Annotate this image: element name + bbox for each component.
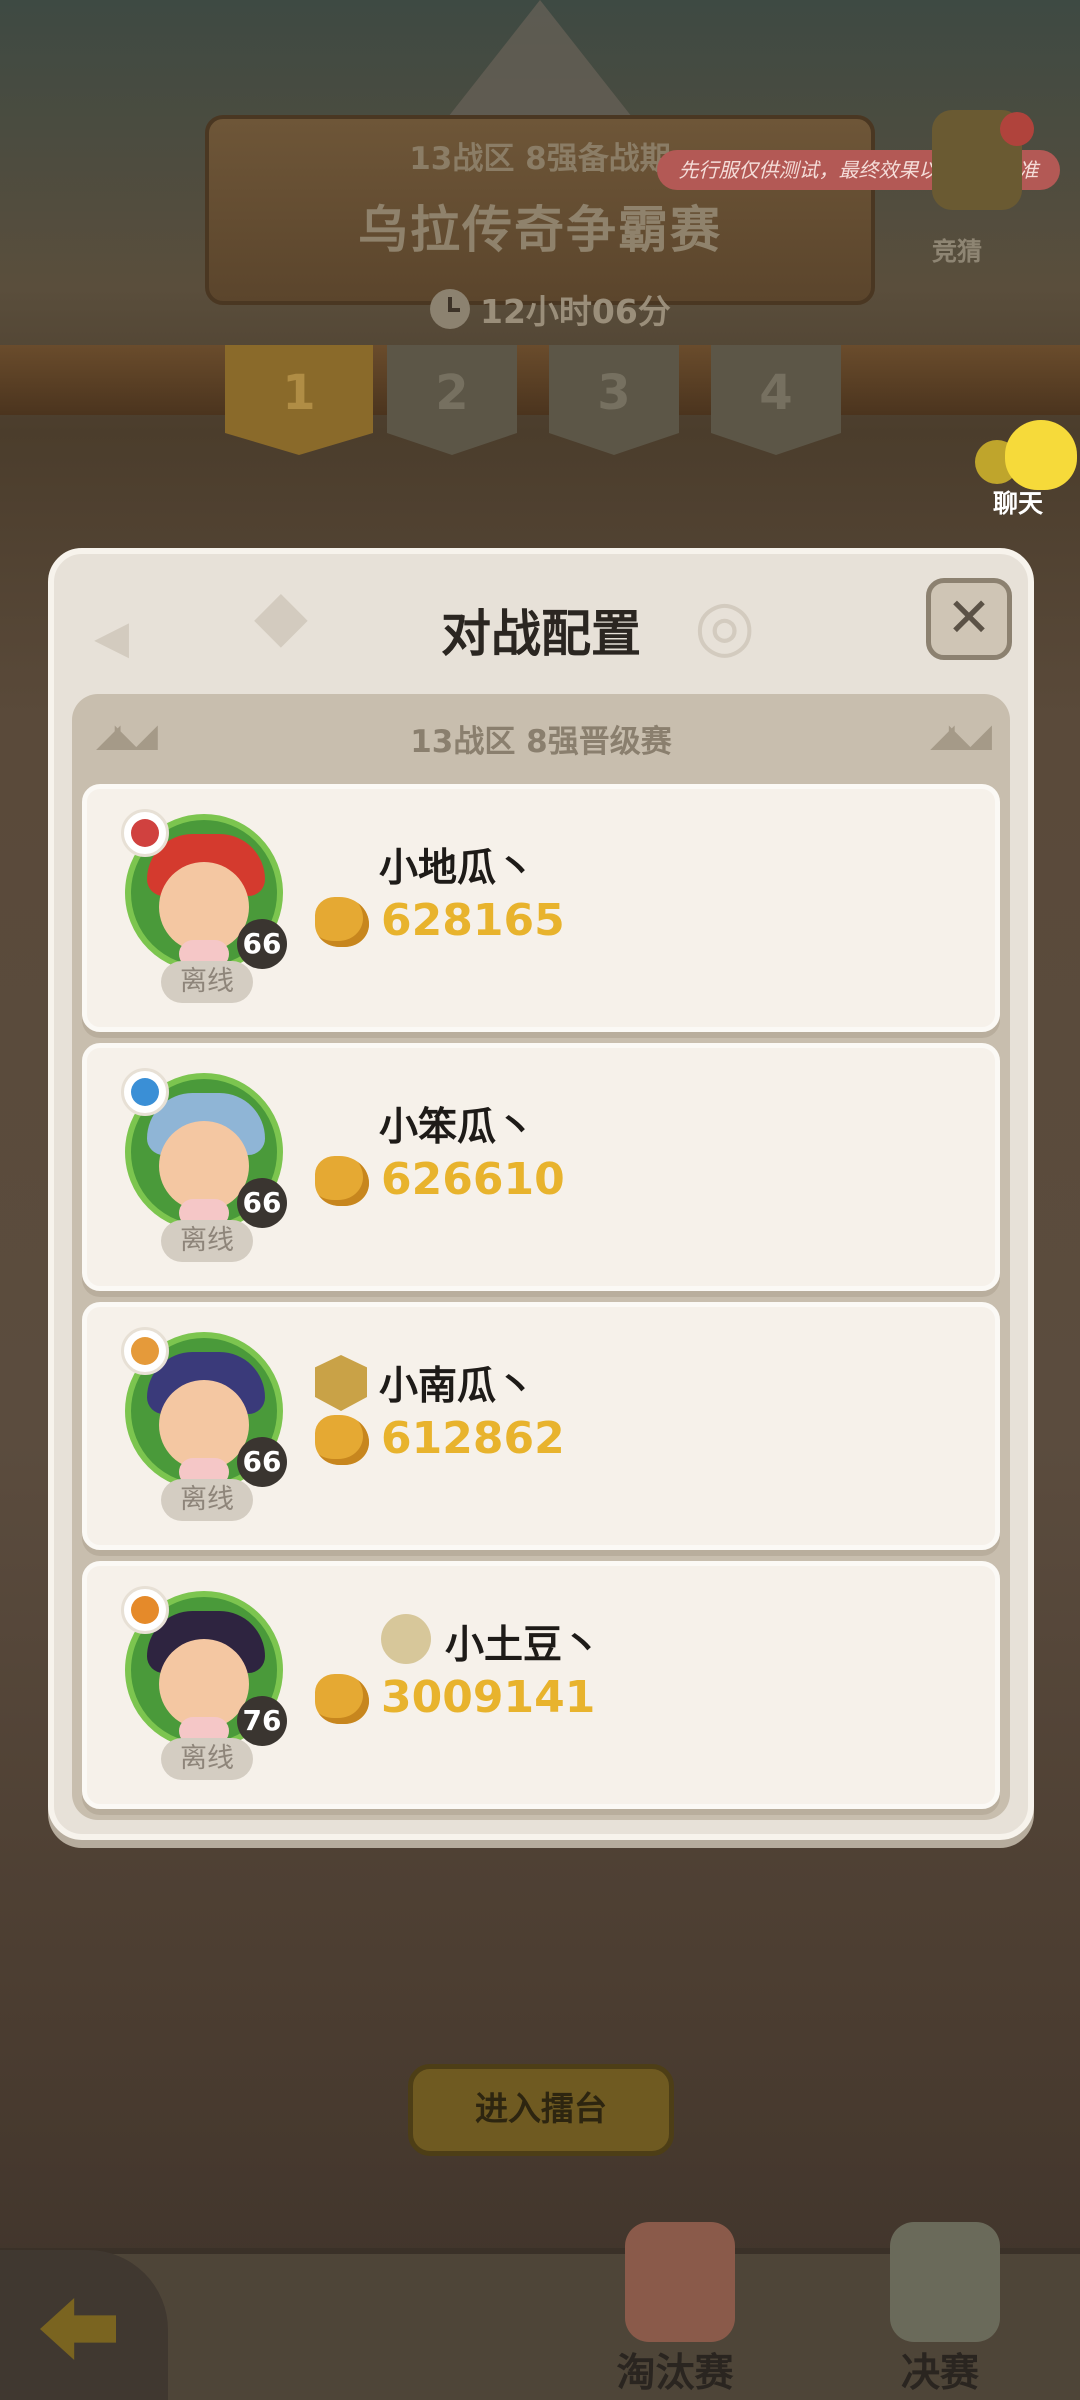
- countdown-timer: 12小时06分: [430, 285, 671, 333]
- player-card[interactable]: 66 离线 小南瓜丶 612862: [82, 1302, 1000, 1550]
- class-badge-icon: [121, 1327, 169, 1375]
- round-tabs: 1 2 3 4: [225, 345, 873, 455]
- level-badge: 66: [237, 1437, 287, 1487]
- combat-power: 3009141: [381, 1672, 596, 1723]
- combat-power: 612862: [381, 1413, 565, 1464]
- guess-button[interactable]: 竞猜: [912, 110, 1034, 266]
- round-tab-4[interactable]: 4: [711, 345, 841, 455]
- combat-power: 626610: [381, 1154, 565, 1205]
- chat-label: 聊天: [993, 489, 1044, 518]
- muscle-power-icon: [315, 897, 369, 947]
- knockout-button[interactable]: 淘汰赛: [575, 2222, 775, 2400]
- status-badge: 离线: [161, 1220, 253, 1262]
- final-button[interactable]: 决赛: [840, 2222, 1040, 2400]
- avatar-face: [159, 1380, 249, 1470]
- notification-dot: [1000, 112, 1034, 146]
- player-name: 小土豆丶: [445, 1623, 602, 1668]
- player-card[interactable]: 66 离线 小地瓜丶 628165: [82, 784, 1000, 1032]
- player-list-frame: ◢◣◢ ◢◣◢ 13战区 8强晋级赛 66 离线 小地瓜丶 628165 66 …: [72, 694, 1010, 1820]
- level-badge: 66: [237, 919, 287, 969]
- timer-text: 12小时06分: [480, 292, 671, 331]
- round-tab-2[interactable]: 2: [387, 345, 517, 455]
- player-name: 小地瓜丶: [379, 846, 536, 891]
- status-badge: 离线: [161, 1479, 253, 1521]
- dialog-title: 对战配置: [441, 605, 641, 663]
- final-label: 决赛: [900, 2351, 979, 2396]
- avatar-face: [159, 1639, 249, 1729]
- player-card[interactable]: 76 离线 小土豆丶 3009141: [82, 1561, 1000, 1809]
- emoji-badge-icon: [381, 1614, 431, 1664]
- crossed-swords-icon: [625, 2222, 735, 2342]
- enter-arena-button[interactable]: 进入擂台: [408, 2064, 674, 2156]
- status-badge: 离线: [161, 961, 253, 1003]
- knockout-label: 淘汰赛: [616, 2351, 734, 2396]
- status-badge: 离线: [161, 1738, 253, 1780]
- match-stage-label: 13战区 8强晋级赛: [410, 724, 672, 760]
- avatar-face: [159, 862, 249, 952]
- level-badge: 76: [237, 1696, 287, 1746]
- avatar-face: [159, 1121, 249, 1211]
- muscle-power-icon: [315, 1415, 369, 1465]
- rank-shield-icon: [315, 1355, 367, 1411]
- player-card[interactable]: 66 离线 小笨瓜丶 626610: [82, 1043, 1000, 1291]
- round-tab-1[interactable]: 1: [225, 345, 373, 455]
- muscle-power-icon: [315, 1674, 369, 1724]
- chat-button[interactable]: 聊天: [975, 420, 1077, 520]
- clock-icon: [430, 289, 470, 329]
- class-badge-icon: [121, 1586, 169, 1634]
- player-name: 小笨瓜丶: [379, 1105, 536, 1150]
- player-name: 小南瓜丶: [379, 1364, 536, 1409]
- close-button[interactable]: ✕: [926, 578, 1012, 660]
- chat-emoji-icon: [1005, 420, 1077, 490]
- level-badge: 66: [237, 1178, 287, 1228]
- class-badge-icon: [121, 1068, 169, 1116]
- trophy-icon: [890, 2222, 1000, 2342]
- round-tab-3[interactable]: 3: [549, 345, 679, 455]
- combat-power: 628165: [381, 895, 565, 946]
- class-badge-icon: [121, 809, 169, 857]
- battle-config-dialog: ◂ ◆ ◎ 对战配置 ✕ ◢◣◢ ◢◣◢ 13战区 8强晋级赛 66 离线 小地…: [48, 548, 1034, 1840]
- guess-label: 竞猜: [932, 237, 983, 266]
- muscle-power-icon: [315, 1156, 369, 1206]
